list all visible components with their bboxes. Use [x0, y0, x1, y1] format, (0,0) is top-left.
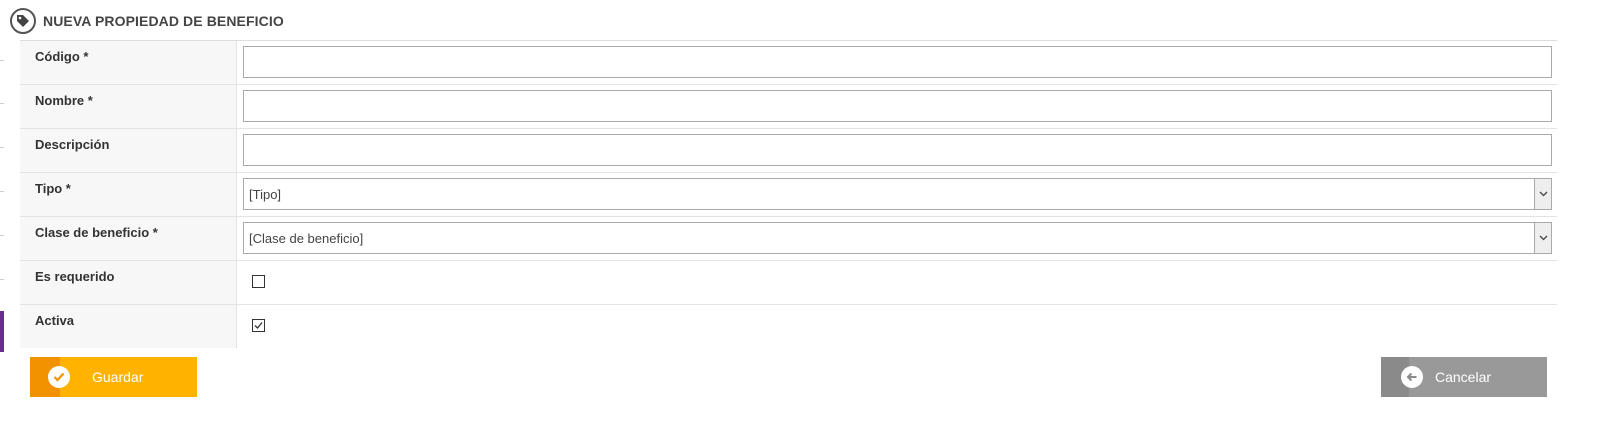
- codigo-input[interactable]: [243, 46, 1552, 78]
- clase-label: Clase de beneficio *: [20, 217, 237, 260]
- page-header: NUEVA PROPIEDAD DE BENEFICIO: [10, 6, 284, 36]
- clase-select[interactable]: [Clase de beneficio]: [243, 222, 1552, 254]
- nombre-input[interactable]: [243, 90, 1552, 122]
- save-button-label: Guardar: [92, 369, 144, 385]
- property-form: Código * Nombre * Descripción Tipo * [Ti…: [20, 41, 1557, 348]
- chevron-down-icon[interactable]: [1534, 179, 1551, 209]
- form-row-requerido: Es requerido: [20, 261, 1557, 305]
- form-row-nombre: Nombre *: [20, 85, 1557, 129]
- tipo-select-value: [Tipo]: [249, 186, 282, 202]
- activa-label: Activa: [20, 305, 237, 348]
- save-button[interactable]: Guardar: [30, 357, 197, 397]
- form-row-descripcion: Descripción: [20, 129, 1557, 173]
- cancel-button-label: Cancelar: [1435, 369, 1492, 385]
- descripcion-label: Descripción: [20, 129, 237, 172]
- check-icon: [48, 366, 70, 388]
- form-row-clase: Clase de beneficio * [Clase de beneficio…: [20, 217, 1557, 261]
- form-row-codigo: Código *: [20, 41, 1557, 85]
- clase-select-value: [Clase de beneficio]: [249, 230, 364, 246]
- requerido-label: Es requerido: [20, 261, 237, 304]
- codigo-label: Código *: [20, 41, 237, 84]
- activa-checkbox[interactable]: [252, 319, 265, 332]
- left-edge-ticks: [0, 40, 6, 350]
- tipo-label: Tipo *: [20, 173, 237, 216]
- nombre-label: Nombre *: [20, 85, 237, 128]
- chevron-down-icon[interactable]: [1534, 223, 1551, 253]
- form-row-tipo: Tipo * [Tipo]: [20, 173, 1557, 217]
- accent-bar: [0, 311, 4, 352]
- page-title: NUEVA PROPIEDAD DE BENEFICIO: [43, 13, 284, 29]
- form-row-activa: Activa: [20, 305, 1557, 348]
- requerido-checkbox[interactable]: [252, 275, 265, 288]
- descripcion-input[interactable]: [243, 134, 1552, 166]
- cancel-button[interactable]: Cancelar: [1381, 357, 1547, 397]
- checkmark-icon: [254, 322, 263, 329]
- tipo-select[interactable]: [Tipo]: [243, 178, 1552, 210]
- arrow-left-icon: [1401, 366, 1423, 388]
- tag-icon: [10, 8, 36, 34]
